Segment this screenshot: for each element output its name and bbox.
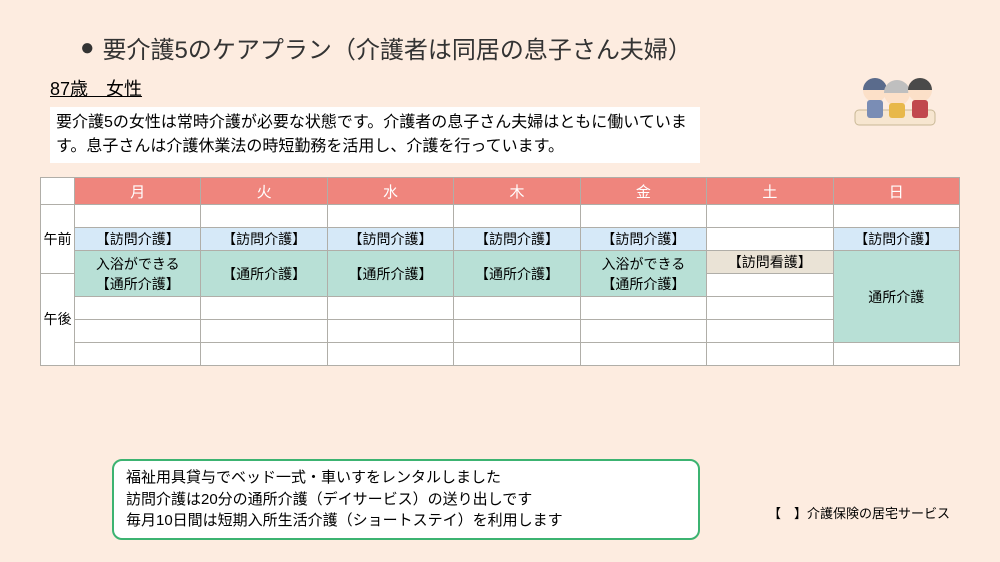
note-line-3: 毎月10日間は短期入所生活介護（ショートステイ）を利用します <box>126 510 686 532</box>
day-fri: 金 <box>580 178 706 205</box>
legend-text: 【 】介護保険の居宅サービス <box>768 503 950 522</box>
cell-day-mon: 入浴ができる 【通所介護】 <box>75 251 201 297</box>
day-mon: 月 <box>75 178 201 205</box>
slide: ● 要介護5のケアプラン（介護者は同居の息子さん夫婦） 87歳 女性 要介護5の… <box>0 0 1000 562</box>
row-am-blank: 午前 <box>41 205 960 228</box>
day-thu: 木 <box>454 178 580 205</box>
note-line-2: 訪問介護は20分の通所介護（デイサービス）の送り出しです <box>126 489 686 511</box>
corner-cell <box>41 178 75 205</box>
label-am: 午前 <box>41 205 75 274</box>
schedule-table: 月 火 水 木 金 土 日 午前 【訪問介護】 【訪問介護】 【訪問介護】 【訪… <box>40 177 960 366</box>
row-pm-4 <box>41 343 960 366</box>
description-text: 要介護5の女性は常時介護が必要な状態です。介護者の息子さん夫婦はともに働いていま… <box>50 107 700 163</box>
day-sun: 日 <box>833 178 959 205</box>
slide-title-row: ● 要介護5のケアプラン（介護者は同居の息子さん夫婦） <box>80 30 960 65</box>
row-pm-3 <box>41 320 960 343</box>
bullet-icon: ● <box>80 34 95 62</box>
cell-visit-tue: 【訪問介護】 <box>201 228 327 251</box>
row-am-3: 入浴ができる 【通所介護】 【通所介護】 【通所介護】 【通所介護】 入浴ができ… <box>41 251 960 274</box>
row-pm-2 <box>41 297 960 320</box>
cell-visit-thu: 【訪問介護】 <box>454 228 580 251</box>
cell-visit-sun: 【訪問介護】 <box>833 228 959 251</box>
cell-day-wed: 【通所介護】 <box>327 251 453 297</box>
family-illustration <box>845 55 945 130</box>
cell-day-tue: 【通所介護】 <box>201 251 327 297</box>
cell-visit-wed: 【訪問介護】 <box>327 228 453 251</box>
day-tue: 火 <box>201 178 327 205</box>
label-pm: 午後 <box>41 274 75 366</box>
cell-day-thu: 【通所介護】 <box>454 251 580 297</box>
cell-day-sun: 通所介護 <box>833 251 959 343</box>
cell-visit-mon: 【訪問介護】 <box>75 228 201 251</box>
notes-box: 福祉用具貸与でベッド一式・車いすをレンタルしました 訪問介護は20分の通所介護（… <box>112 459 700 540</box>
cell-visit-fri: 【訪問介護】 <box>580 228 706 251</box>
cell-visit-nurse-sat: 【訪問看護】 <box>707 251 833 274</box>
day-wed: 水 <box>327 178 453 205</box>
note-line-1: 福祉用具貸与でベッド一式・車いすをレンタルしました <box>126 467 686 489</box>
subject-line: 87歳 女性 <box>50 75 960 101</box>
cell-day-fri: 入浴ができる 【通所介護】 <box>580 251 706 297</box>
day-sat: 土 <box>707 178 833 205</box>
slide-title: 要介護5のケアプラン（介護者は同居の息子さん夫婦） <box>103 30 692 65</box>
table-header-row: 月 火 水 木 金 土 日 <box>41 178 960 205</box>
row-visit-care: 【訪問介護】 【訪問介護】 【訪問介護】 【訪問介護】 【訪問介護】 【訪問介護… <box>41 228 960 251</box>
